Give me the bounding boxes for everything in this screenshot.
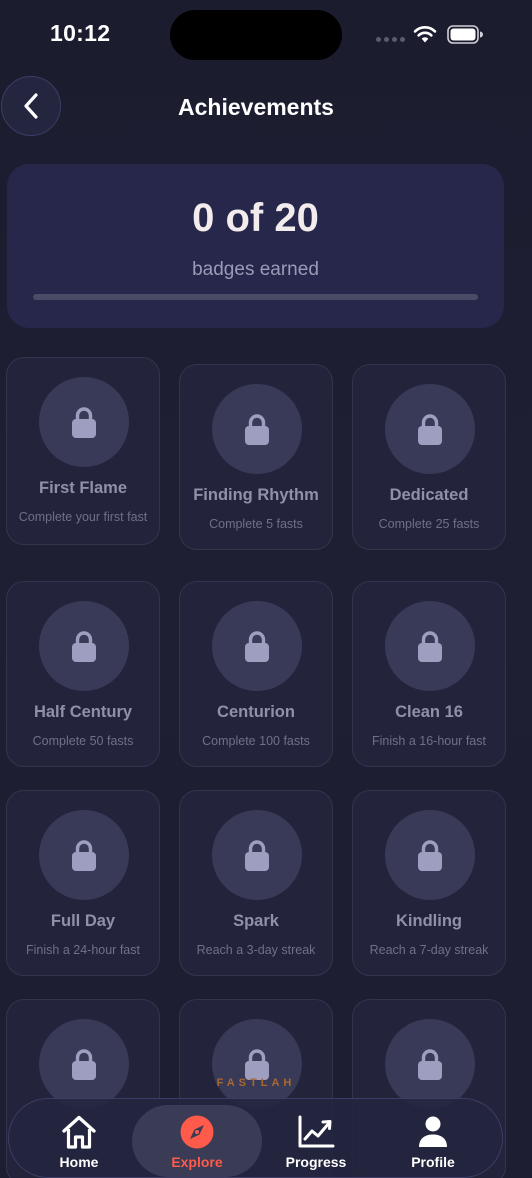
badge-icon — [212, 1019, 302, 1109]
lock-icon — [243, 1047, 271, 1081]
badge-card[interactable]: Spark Reach a 3-day streak — [179, 790, 333, 976]
status-bar: 10:12 — [0, 0, 532, 70]
tab-label: Profile — [411, 1154, 455, 1170]
lock-icon — [70, 838, 98, 872]
badge-icon — [385, 384, 475, 474]
badge-card[interactable]: Full Day Finish a 24-hour fast — [6, 790, 160, 976]
badge-description: Finish a 24-hour fast — [26, 943, 140, 957]
badge-description: Complete your first fast — [18, 510, 148, 524]
badge-icon — [385, 1019, 475, 1109]
lock-icon — [70, 629, 98, 663]
lock-icon — [70, 1047, 98, 1081]
achievements-screen: 10:12 Achievements 0 of 20 badges earned — [0, 0, 532, 1178]
badge-card[interactable]: Centurion Complete 100 fasts — [179, 581, 333, 767]
badge-card[interactable]: Clean 16 Finish a 16-hour fast — [352, 581, 506, 767]
lock-icon — [416, 838, 444, 872]
lock-icon — [243, 629, 271, 663]
badge-card[interactable]: First Flame Complete your first fast — [6, 357, 160, 545]
lock-icon — [416, 1047, 444, 1081]
badge-icon — [212, 810, 302, 900]
badge-icon — [39, 1019, 129, 1109]
badges-earned-label: badges earned — [192, 259, 319, 280]
cellular-signal-icon — [376, 37, 405, 42]
badge-title: Dedicated — [389, 486, 469, 504]
bottom-tab-bar: Home Explore Progress Profile — [8, 1098, 503, 1178]
lock-icon — [70, 405, 98, 439]
achievements-summary-card: 0 of 20 badges earned — [7, 164, 504, 328]
badge-icon — [212, 384, 302, 474]
badge-title: Spark — [233, 912, 279, 930]
badge-icon — [39, 810, 129, 900]
dynamic-island — [170, 10, 342, 60]
badge-description: Complete 5 fasts — [209, 517, 303, 531]
badge-title: Clean 16 — [395, 703, 463, 721]
badge-description: Complete 25 fasts — [378, 517, 480, 531]
badge-description: Complete 50 fasts — [32, 734, 134, 748]
badge-title: Half Century — [33, 703, 133, 721]
badge-icon — [39, 601, 129, 691]
lock-icon — [416, 412, 444, 446]
tab-home[interactable]: Home — [14, 1105, 144, 1177]
badge-icon — [39, 377, 129, 467]
badge-card[interactable]: Finding Rhythm Complete 5 fasts — [179, 364, 333, 550]
tab-explore[interactable]: Explore — [132, 1105, 262, 1177]
compass-icon — [180, 1115, 214, 1149]
badge-description: Finish a 16-hour fast — [372, 734, 486, 748]
badge-icon — [385, 810, 475, 900]
badge-description: Reach a 7-day streak — [369, 943, 489, 957]
badge-card[interactable]: Half Century Complete 50 fasts — [6, 581, 160, 767]
tab-label: Home — [59, 1154, 99, 1170]
badges-earned-count: 0 of 20 — [192, 196, 319, 240]
badge-title: Centurion — [217, 703, 295, 721]
badge-title: Finding Rhythm — [193, 486, 319, 504]
person-icon — [419, 1116, 447, 1147]
badge-description: Reach a 3-day streak — [196, 943, 316, 957]
badge-card[interactable]: Dedicated Complete 25 fasts — [352, 364, 506, 550]
badge-card[interactable]: Kindling Reach a 7-day streak — [352, 790, 506, 976]
badge-description: Complete 100 fasts — [202, 734, 310, 748]
tab-label: Explore — [171, 1154, 223, 1170]
tab-label: Progress — [285, 1154, 347, 1170]
tab-progress[interactable]: Progress — [251, 1105, 381, 1177]
lock-icon — [243, 412, 271, 446]
badge-icon — [385, 601, 475, 691]
tab-profile[interactable]: Profile — [368, 1105, 498, 1177]
home-icon — [62, 1115, 96, 1149]
battery-icon — [447, 25, 483, 44]
trend-chart-icon — [298, 1115, 335, 1148]
status-time: 10:12 — [50, 20, 111, 46]
badges-progress-bar — [33, 294, 478, 300]
brand-watermark: FASTLAH — [216, 1077, 296, 1089]
badge-title: First Flame — [38, 479, 128, 497]
badge-title: Full Day — [50, 912, 116, 930]
badge-title: Kindling — [396, 912, 462, 930]
page-title: Achievements — [178, 94, 334, 120]
lock-icon — [416, 629, 444, 663]
badge-icon — [212, 601, 302, 691]
lock-icon — [243, 838, 271, 872]
wifi-icon — [413, 25, 437, 43]
